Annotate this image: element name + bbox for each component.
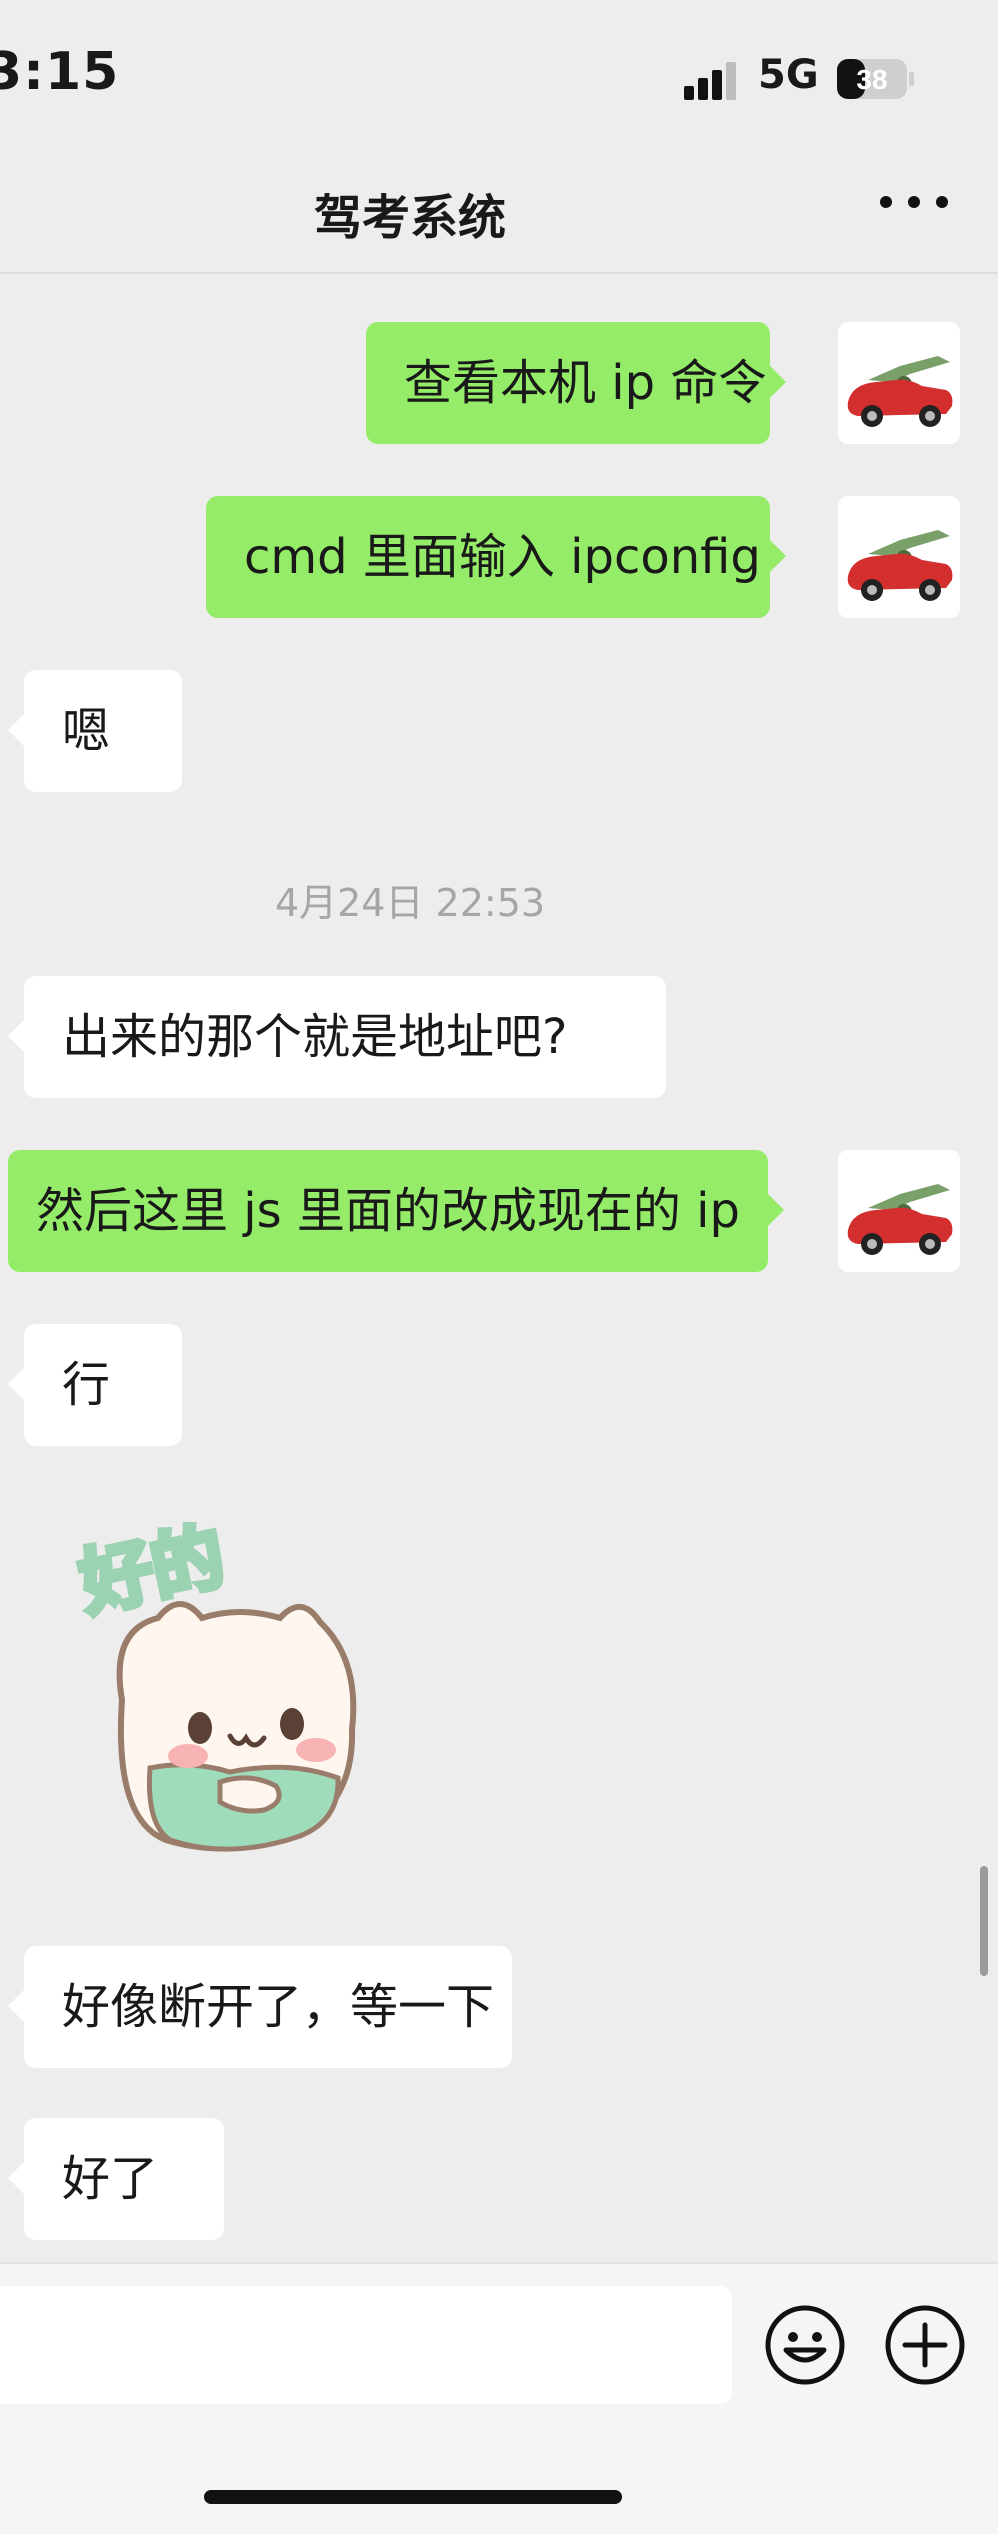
message-bubble-incoming[interactable]: 好像断开了，等一下: [8, 1946, 512, 2068]
message-text: 好像断开了，等一下: [62, 1979, 495, 2035]
emoji-icon[interactable]: [764, 2304, 846, 2386]
message-text: 查看本机 ip 命令: [404, 355, 767, 411]
message-text: cmd 里面输入 ipconfig: [244, 529, 761, 585]
more-icon[interactable]: [880, 196, 950, 218]
message-text: 然后这里 js 里面的改成现在的 ip: [36, 1183, 740, 1239]
battery-icon: 38: [837, 59, 914, 99]
signal-icon: [684, 62, 736, 100]
message-text: 出来的那个就是地址吧?: [62, 1009, 568, 1065]
message-bubble-incoming[interactable]: 行: [8, 1324, 182, 1446]
message-text: 嗯: [62, 703, 111, 759]
user-avatar[interactable]: [838, 322, 960, 444]
chat-timestamp: 4月24日 22:53: [274, 881, 546, 925]
message-input[interactable]: [0, 2286, 732, 2404]
home-indicator[interactable]: [204, 2490, 622, 2504]
message-bubble-outgoing[interactable]: cmd 里面输入 ipconfig: [206, 496, 786, 618]
message-text: 好了: [62, 2151, 159, 2207]
message-bubble-incoming[interactable]: 出来的那个就是地址吧?: [8, 976, 666, 1098]
message-text: 行: [62, 1357, 111, 1413]
add-icon[interactable]: [884, 2304, 966, 2386]
message-bubble-outgoing[interactable]: 查看本机 ip 命令: [366, 322, 786, 444]
sticker-cat[interactable]: 好的: [70, 1510, 370, 1870]
sticker-text: 好的: [72, 1514, 231, 1626]
message-bubble-incoming[interactable]: 嗯: [8, 670, 182, 792]
message-bubble-incoming[interactable]: 好了: [8, 2118, 224, 2240]
chat-title: 驾考系统: [313, 190, 506, 246]
user-avatar[interactable]: [838, 496, 960, 618]
network-label: 5G: [758, 52, 819, 98]
battery-level: 38: [856, 64, 887, 95]
user-avatar[interactable]: [838, 1150, 960, 1272]
status-time: 3:15: [0, 42, 120, 102]
scrollbar[interactable]: [980, 1866, 988, 1976]
message-bubble-outgoing[interactable]: 然后这里 js 里面的改成现在的 ip: [8, 1150, 784, 1272]
